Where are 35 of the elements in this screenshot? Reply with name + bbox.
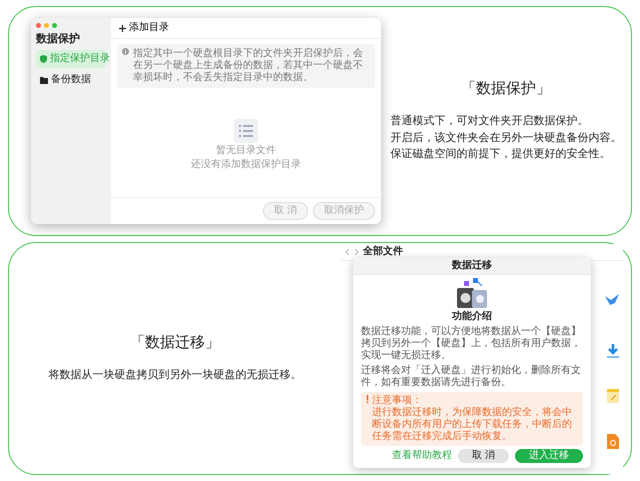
description-text: 将数据从一块硬盘拷贝到另外一块硬盘的无损迁移。 <box>48 367 302 384</box>
hard-drives-drawing <box>455 278 489 308</box>
sidebar-item[interactable]: 备份数据 <box>36 71 106 90</box>
document-icon <box>607 434 619 448</box>
warning-text: 进行数据迁移时，为保障数据的安全，将会中断设备内所有用户的上传下载任务，中断后的任务需在迁移完成后手动恢复。 <box>372 406 573 442</box>
dialog-title: 数据迁移 <box>353 258 591 274</box>
section-heading: 「数据迁移」 <box>130 333 220 352</box>
section-title: 功能介绍 <box>451 310 493 322</box>
forward-icon <box>354 248 359 256</box>
help-link[interactable]: 查看帮助教程 <box>392 450 452 462</box>
list-icon <box>234 119 258 143</box>
plus-icon <box>119 24 126 32</box>
warning-title: 注意事项： <box>372 394 423 406</box>
dialog-paragraph: 数据迁移功能，可以方便地将数据从一个【硬盘】拷贝到另外一个【硬盘】上，包括所有用户数据，实现一键无损迁移。 <box>361 326 582 362</box>
add-folder-button[interactable]: 添加目录 <box>119 22 169 34</box>
file-window-title: 全部文件 <box>363 246 403 258</box>
bird-icon <box>605 294 619 306</box>
empty-hint: 还没有添加数据保护目录 <box>191 159 301 171</box>
dialog-paragraph: 迁移将会对「迁入硬盘」进行初始化，删除所有文件，如有重要数据请先进行备份。 <box>361 364 582 388</box>
notice-text: 指定其中一个硬盘根目录下的文件夹开启保护后，会在另一个硬盘上生成备份的数据，若其中一个硬盘不幸损坏时，不会丢失指定目录中的数据。 <box>133 48 364 84</box>
window-title: 数据保护 <box>36 32 81 46</box>
description-line: 普通模式下，可对文件夹开启数据保护。 <box>390 113 590 130</box>
shield-icon <box>40 55 47 64</box>
cancel-button[interactable]: 取 消 <box>458 448 509 462</box>
section-heading: 「数据保护」 <box>461 79 551 98</box>
empty-title: 暂无目录文件 <box>216 145 276 157</box>
download-icon <box>607 344 619 358</box>
description-line: 开启后，该文件夹会在另外一块硬盘备份内容。 <box>390 130 622 146</box>
back-icon <box>345 248 350 256</box>
folder-icon <box>40 76 48 84</box>
confirm-button[interactable]: 进入迁移 <box>515 448 583 462</box>
description-line: 保证磁盘空间的前提下，提供更好的安全性。 <box>390 146 612 162</box>
info-icon <box>122 48 129 55</box>
warning-icon <box>366 394 369 402</box>
note-icon <box>607 388 619 402</box>
